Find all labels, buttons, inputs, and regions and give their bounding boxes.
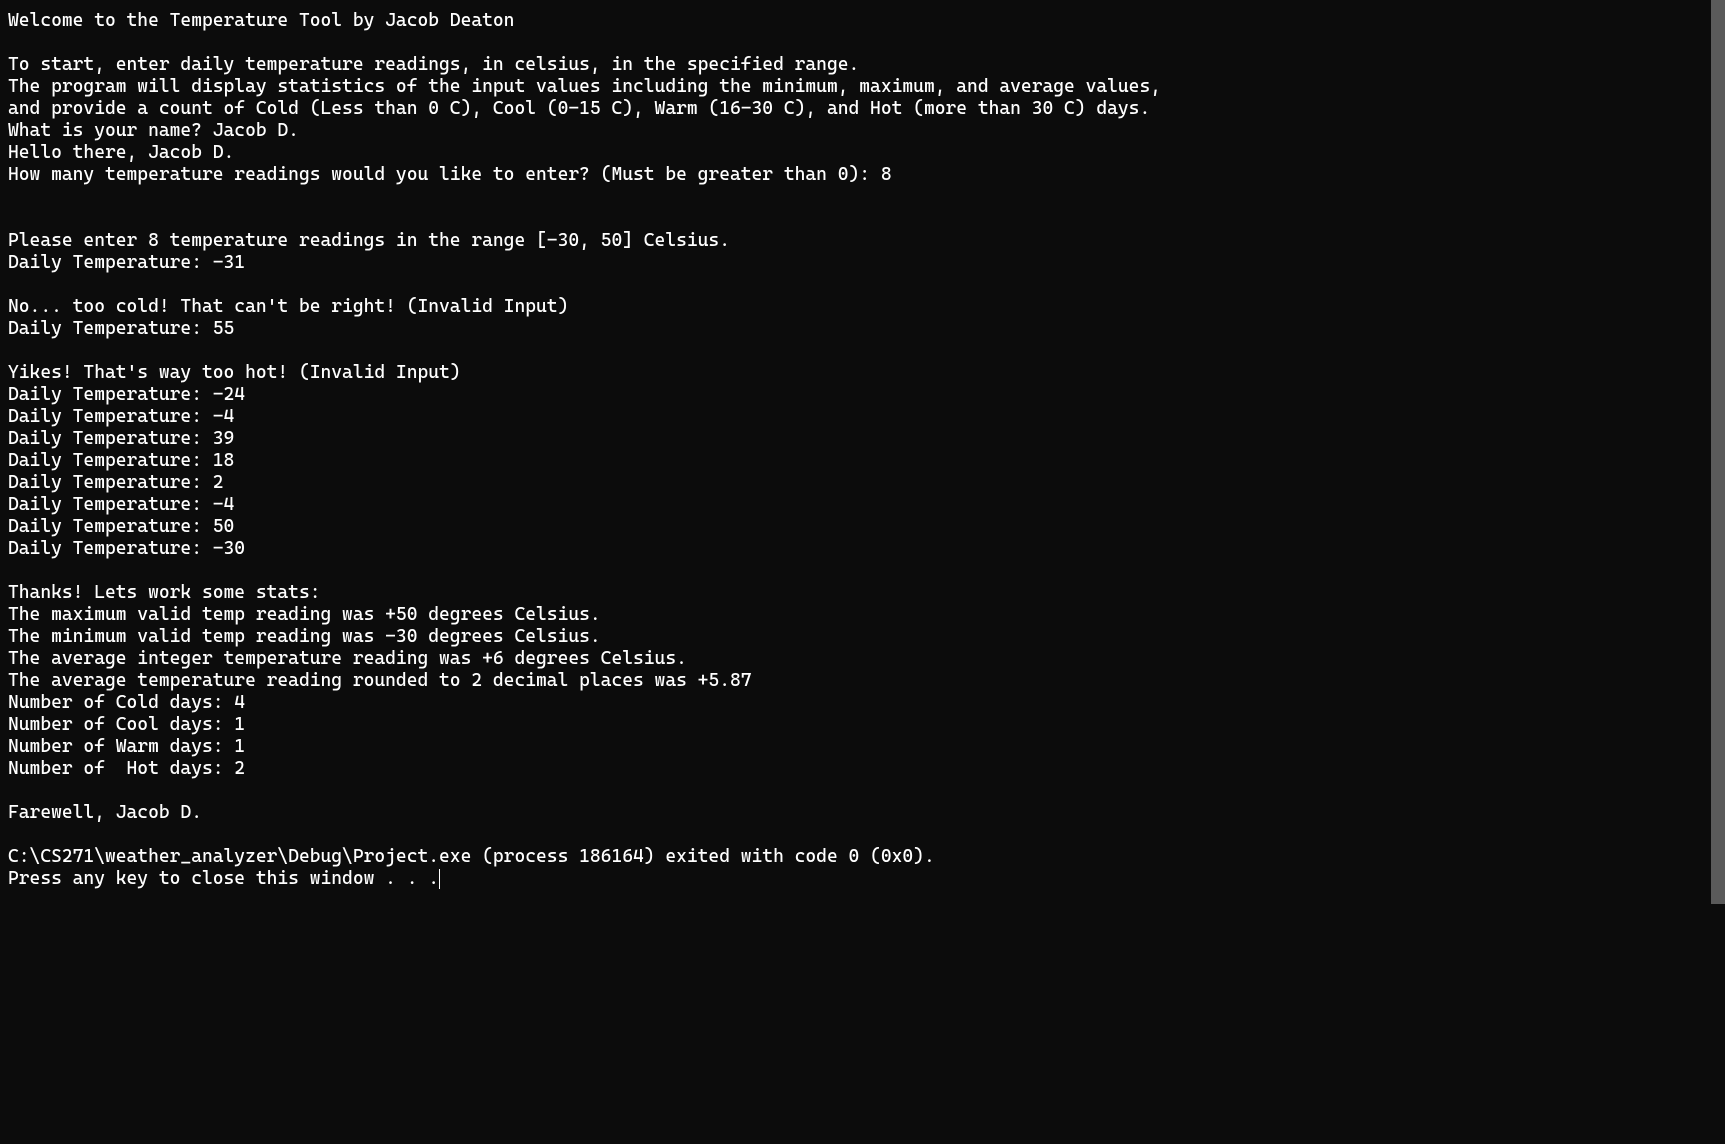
terminal-line: C:\CS271\weather_analyzer\Debug\Project.… bbox=[8, 846, 1717, 868]
terminal-line: Daily Temperature: -4 bbox=[8, 494, 1717, 516]
terminal-line bbox=[8, 274, 1717, 296]
terminal-line: Daily Temperature: 55 bbox=[8, 318, 1717, 340]
terminal-line: Daily Temperature: 18 bbox=[8, 450, 1717, 472]
terminal-line: Daily Temperature: -31 bbox=[8, 252, 1717, 274]
terminal-line: Daily Temperature: 50 bbox=[8, 516, 1717, 538]
scrollbar-track[interactable] bbox=[1711, 0, 1725, 1144]
terminal-line bbox=[8, 824, 1717, 846]
terminal-line: Farewell, Jacob D. bbox=[8, 802, 1717, 824]
terminal-line: The maximum valid temp reading was +50 d… bbox=[8, 604, 1717, 626]
terminal-line bbox=[8, 208, 1717, 230]
terminal-line bbox=[8, 340, 1717, 362]
terminal-line: No... too cold! That can't be right! (In… bbox=[8, 296, 1717, 318]
terminal-line: Daily Temperature: -30 bbox=[8, 538, 1717, 560]
terminal-line bbox=[8, 780, 1717, 802]
terminal-line: Number of Cold days: 4 bbox=[8, 692, 1717, 714]
terminal-line: Press any key to close this window . . . bbox=[8, 868, 1717, 890]
terminal-line: Daily Temperature: -24 bbox=[8, 384, 1717, 406]
terminal-line: Yikes! That's way too hot! (Invalid Inpu… bbox=[8, 362, 1717, 384]
terminal-line: Number of Warm days: 1 bbox=[8, 736, 1717, 758]
terminal-line: and provide a count of Cold (Less than 0… bbox=[8, 98, 1717, 120]
terminal-line: Daily Temperature: 39 bbox=[8, 428, 1717, 450]
terminal-line: Daily Temperature: -4 bbox=[8, 406, 1717, 428]
terminal-output[interactable]: Welcome to the Temperature Tool by Jacob… bbox=[0, 0, 1725, 1144]
terminal-line: Daily Temperature: 2 bbox=[8, 472, 1717, 494]
terminal-line: The program will display statistics of t… bbox=[8, 76, 1717, 98]
terminal-line: The average integer temperature reading … bbox=[8, 648, 1717, 670]
terminal-line: The average temperature reading rounded … bbox=[8, 670, 1717, 692]
terminal-line: To start, enter daily temperature readin… bbox=[8, 54, 1717, 76]
text-cursor bbox=[439, 869, 440, 889]
terminal-line: Welcome to the Temperature Tool by Jacob… bbox=[8, 10, 1717, 32]
scrollbar-thumb[interactable] bbox=[1711, 0, 1725, 904]
terminal-line: How many temperature readings would you … bbox=[8, 164, 1717, 186]
terminal-line bbox=[8, 560, 1717, 582]
terminal-line: Please enter 8 temperature readings in t… bbox=[8, 230, 1717, 252]
terminal-line: Hello there, Jacob D. bbox=[8, 142, 1717, 164]
terminal-line: Thanks! Lets work some stats: bbox=[8, 582, 1717, 604]
terminal-line bbox=[8, 32, 1717, 54]
terminal-line bbox=[8, 186, 1717, 208]
terminal-line: Number of Cool days: 1 bbox=[8, 714, 1717, 736]
terminal-line: The minimum valid temp reading was -30 d… bbox=[8, 626, 1717, 648]
terminal-line: What is your name? Jacob D. bbox=[8, 120, 1717, 142]
terminal-line: Number of Hot days: 2 bbox=[8, 758, 1717, 780]
